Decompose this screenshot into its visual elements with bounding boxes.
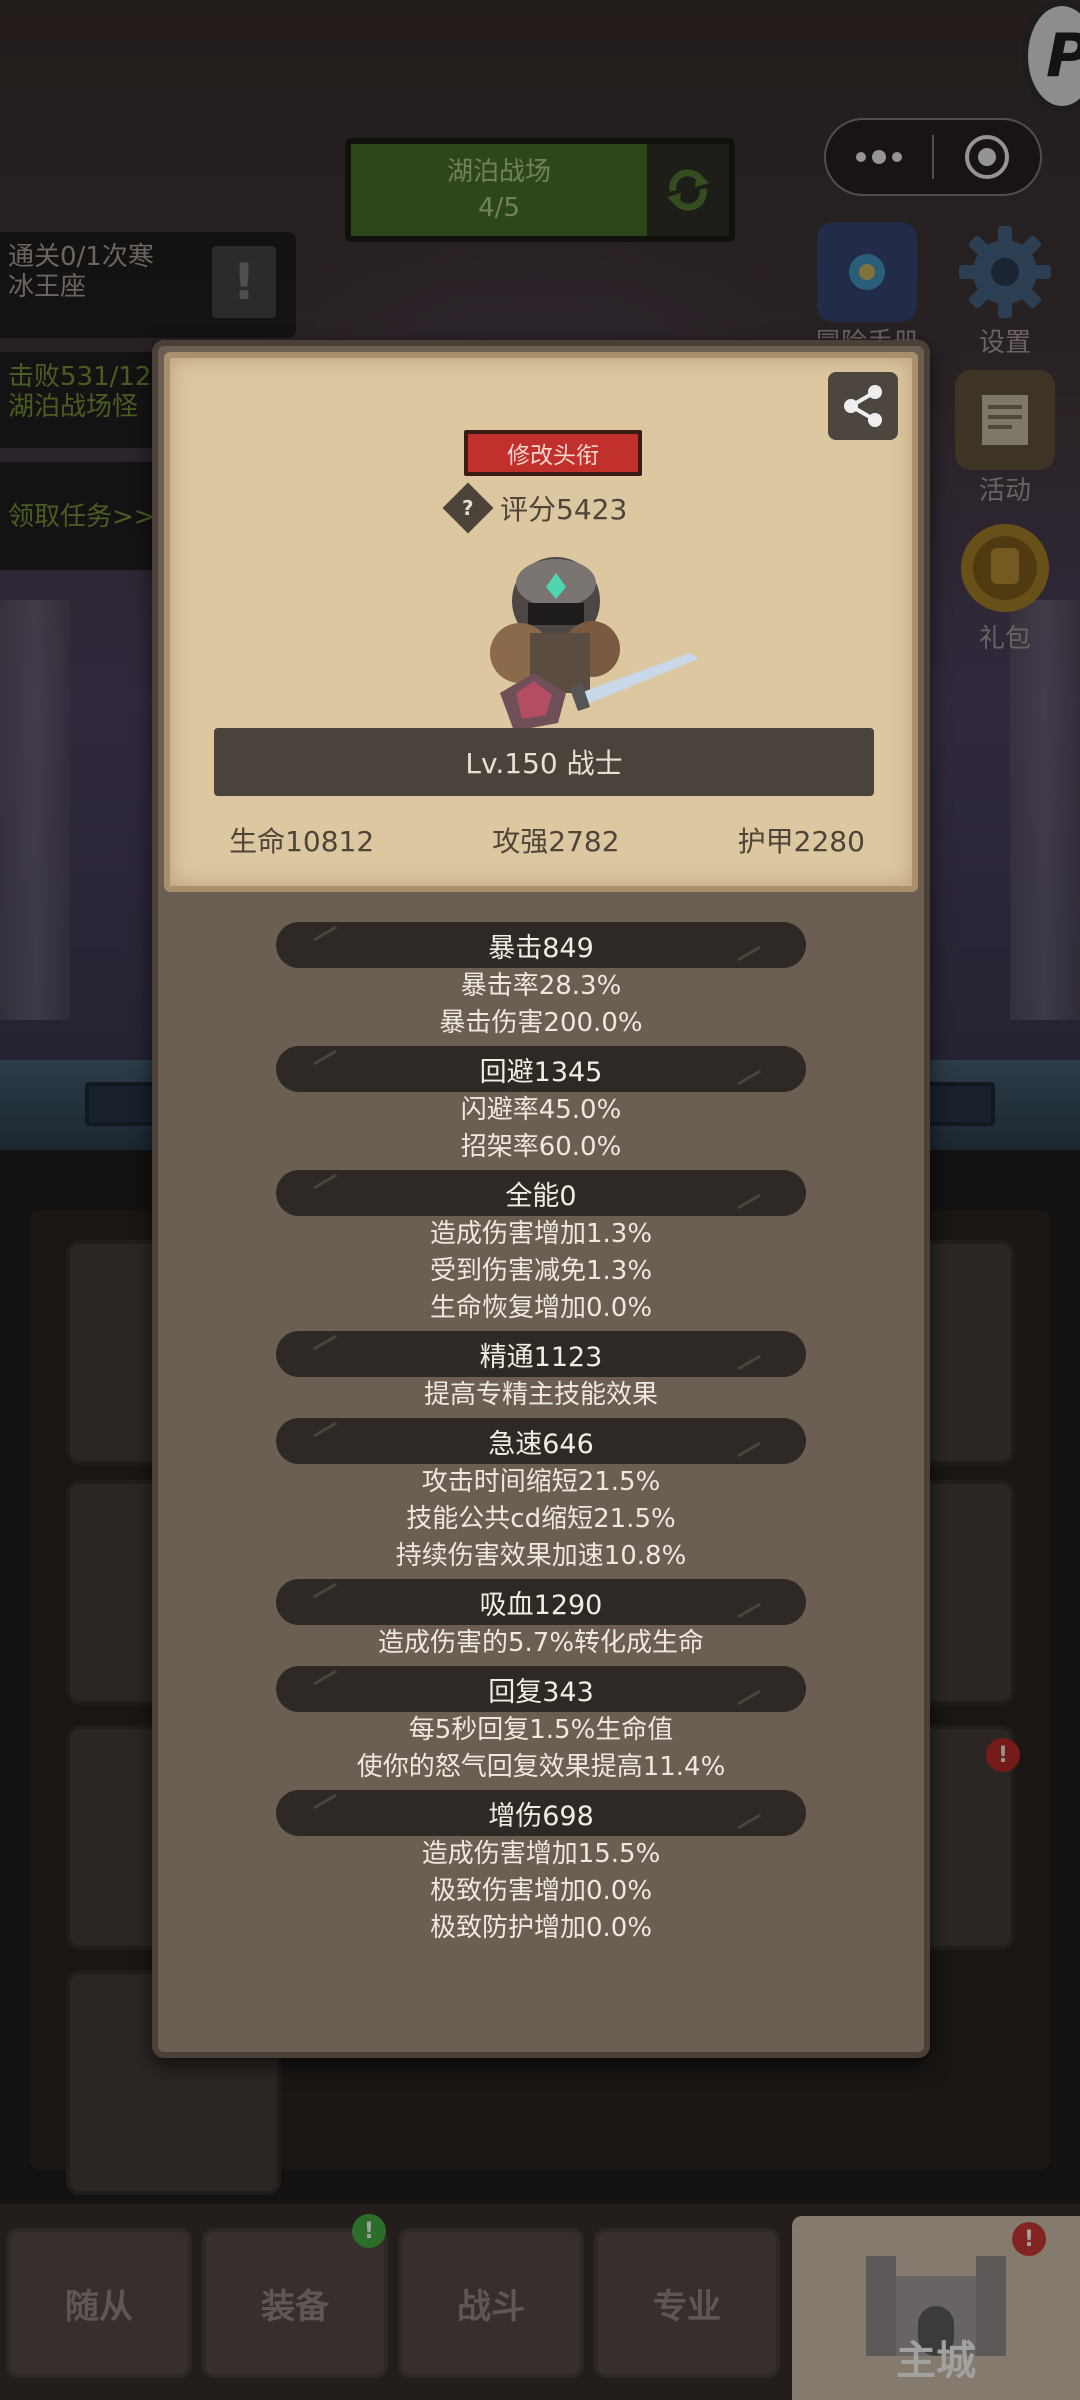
warrior-avatar	[470, 543, 710, 733]
stat-detail-line: 造成伤害增加1.3%	[429, 1219, 653, 1249]
stat-group-header: 回避1345	[276, 1046, 806, 1092]
nav-tab-followers[interactable]: 随从	[6, 2228, 192, 2378]
character-stats-panel: 修改头衔 ? 评分5423 Lv.150 战士 生命10812 攻强2782 护…	[152, 340, 930, 2058]
character-card: 修改头衔 ? 评分5423 Lv.150 战士 生命10812 攻强2782 护…	[164, 352, 918, 892]
stat-detail-line: 每5秒回复1.5%生命值	[408, 1715, 674, 1745]
stat-attack-power: 攻强2782	[492, 825, 620, 858]
level-class-text: Lv.150 战士	[465, 747, 623, 780]
stat-group-header: 增伤698	[276, 1790, 806, 1836]
nav-tab-battle[interactable]: 战斗	[398, 2228, 584, 2378]
nav-tab-label: 专业	[653, 2286, 721, 2327]
stat-detail-line: 暴击伤害200.0%	[439, 1008, 643, 1038]
stat-detail-line: 造成伤害增加15.5%	[421, 1839, 661, 1869]
bottom-nav: 随从 装备 ! 战斗 专业 主城 !	[0, 2204, 1080, 2400]
stat-detail-line: 技能公共cd缩短21.5%	[406, 1504, 676, 1534]
base-stats-row: 生命10812 攻强2782 护甲2280	[170, 820, 924, 860]
nav-tab-label: 随从	[65, 2286, 133, 2327]
stat-detail-line: 使你的怒气回复效果提高11.4%	[356, 1752, 726, 1782]
score-value: 评分5423	[500, 493, 628, 526]
stat-detail-line: 闪避率45.0%	[460, 1095, 622, 1125]
stat-group-header: 回复343	[276, 1666, 806, 1712]
edit-title-label: 修改头衔	[507, 443, 599, 469]
notification-badge: !	[352, 2214, 386, 2248]
nav-tab-label: 装备	[261, 2286, 329, 2327]
stat-detail-line: 生命恢复增加0.0%	[429, 1293, 653, 1323]
stat-armor: 护甲2280	[737, 825, 865, 858]
score-row: ? 评分5423	[442, 482, 628, 534]
stat-detail-line: 招架率60.0%	[460, 1132, 622, 1162]
nav-tab-label: 战斗	[457, 2286, 525, 2327]
stat-detail-line: 攻击时间缩短21.5%	[421, 1467, 661, 1497]
stat-detail-line: 受到伤害减免1.3%	[429, 1256, 653, 1286]
stat-detail-line: 造成伤害的5.7%转化成生命	[377, 1628, 705, 1658]
stat-detail-line: 提高专精主技能效果	[423, 1380, 658, 1410]
edit-title-button[interactable]: 修改头衔	[464, 430, 642, 476]
nav-tab-profession[interactable]: 专业	[594, 2228, 780, 2378]
secondary-stats-list: 暴击849 暴击率28.3% 暴击伤害200.0% 回避1345 闪避率45.0% 招架率…	[158, 918, 924, 1947]
help-icon[interactable]: ?	[442, 482, 494, 534]
share-icon[interactable]	[828, 372, 898, 440]
stat-group-header: 精通1123	[276, 1331, 806, 1377]
stat-group-header: 全能0	[276, 1170, 806, 1216]
stat-hp: 生命10812	[229, 825, 375, 858]
notification-badge: !	[1012, 2222, 1046, 2256]
stat-detail-line: 极致伤害增加0.0%	[429, 1876, 653, 1906]
stat-detail-line: 持续伤害效果加速10.8%	[395, 1541, 687, 1571]
nav-tab-equipment[interactable]: 装备 !	[202, 2214, 388, 2378]
stat-group-header: 吸血1290	[276, 1579, 806, 1625]
nav-tab-main-city[interactable]: 主城 !	[792, 2216, 1080, 2400]
stat-detail-line: 暴击率28.3%	[460, 971, 622, 1001]
stat-group-header: 急速646	[276, 1418, 806, 1464]
level-class-banner: Lv.150 战士	[214, 728, 874, 796]
stat-group-header: 暴击849	[276, 922, 806, 968]
stat-detail-line: 极致防护增加0.0%	[429, 1913, 653, 1943]
nav-tab-label: 主城	[896, 2338, 976, 2384]
